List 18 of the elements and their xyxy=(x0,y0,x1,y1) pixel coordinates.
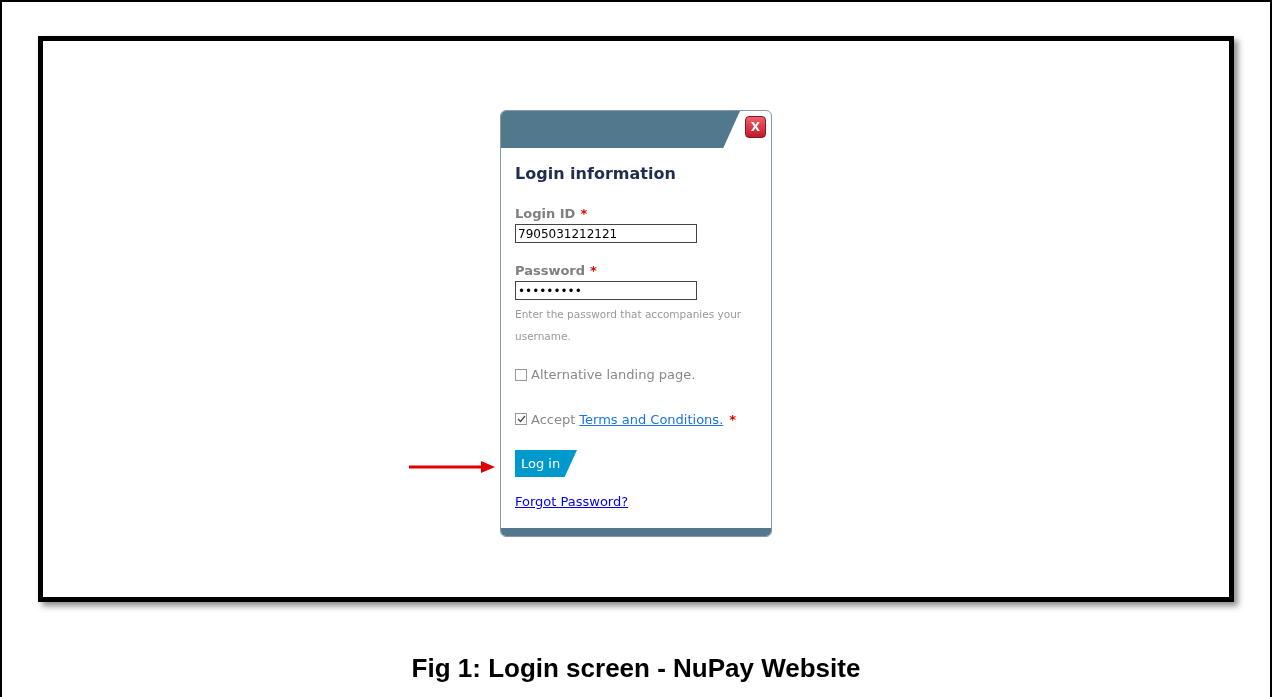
figure-caption: Fig 1: Login screen - NuPay Website xyxy=(411,652,861,685)
checkbox-label: Accept xyxy=(531,410,576,429)
field-label: Login ID xyxy=(515,206,576,222)
forgot-password-link[interactable]: Forgot Password? xyxy=(515,492,757,512)
required-mark: * xyxy=(590,263,597,279)
field-label: Password xyxy=(515,263,586,279)
input-field[interactable]: ••••••••• xyxy=(515,281,697,300)
field-hint: Enter the password that accompanies your username. xyxy=(515,307,743,344)
checkbox-label: Alternative landing page. xyxy=(531,366,696,384)
checkbox[interactable] xyxy=(515,413,527,426)
input-field[interactable]: 7905031212121 xyxy=(515,224,697,243)
required-mark: * xyxy=(580,206,588,222)
terms-link[interactable]: Terms and Conditions. xyxy=(579,409,724,429)
checkmark-icon xyxy=(516,415,526,424)
dialog-title: Login information xyxy=(515,163,677,185)
required-mark: * xyxy=(729,410,737,429)
checkbox[interactable] xyxy=(515,368,527,381)
close-button[interactable]: X xyxy=(745,116,766,138)
